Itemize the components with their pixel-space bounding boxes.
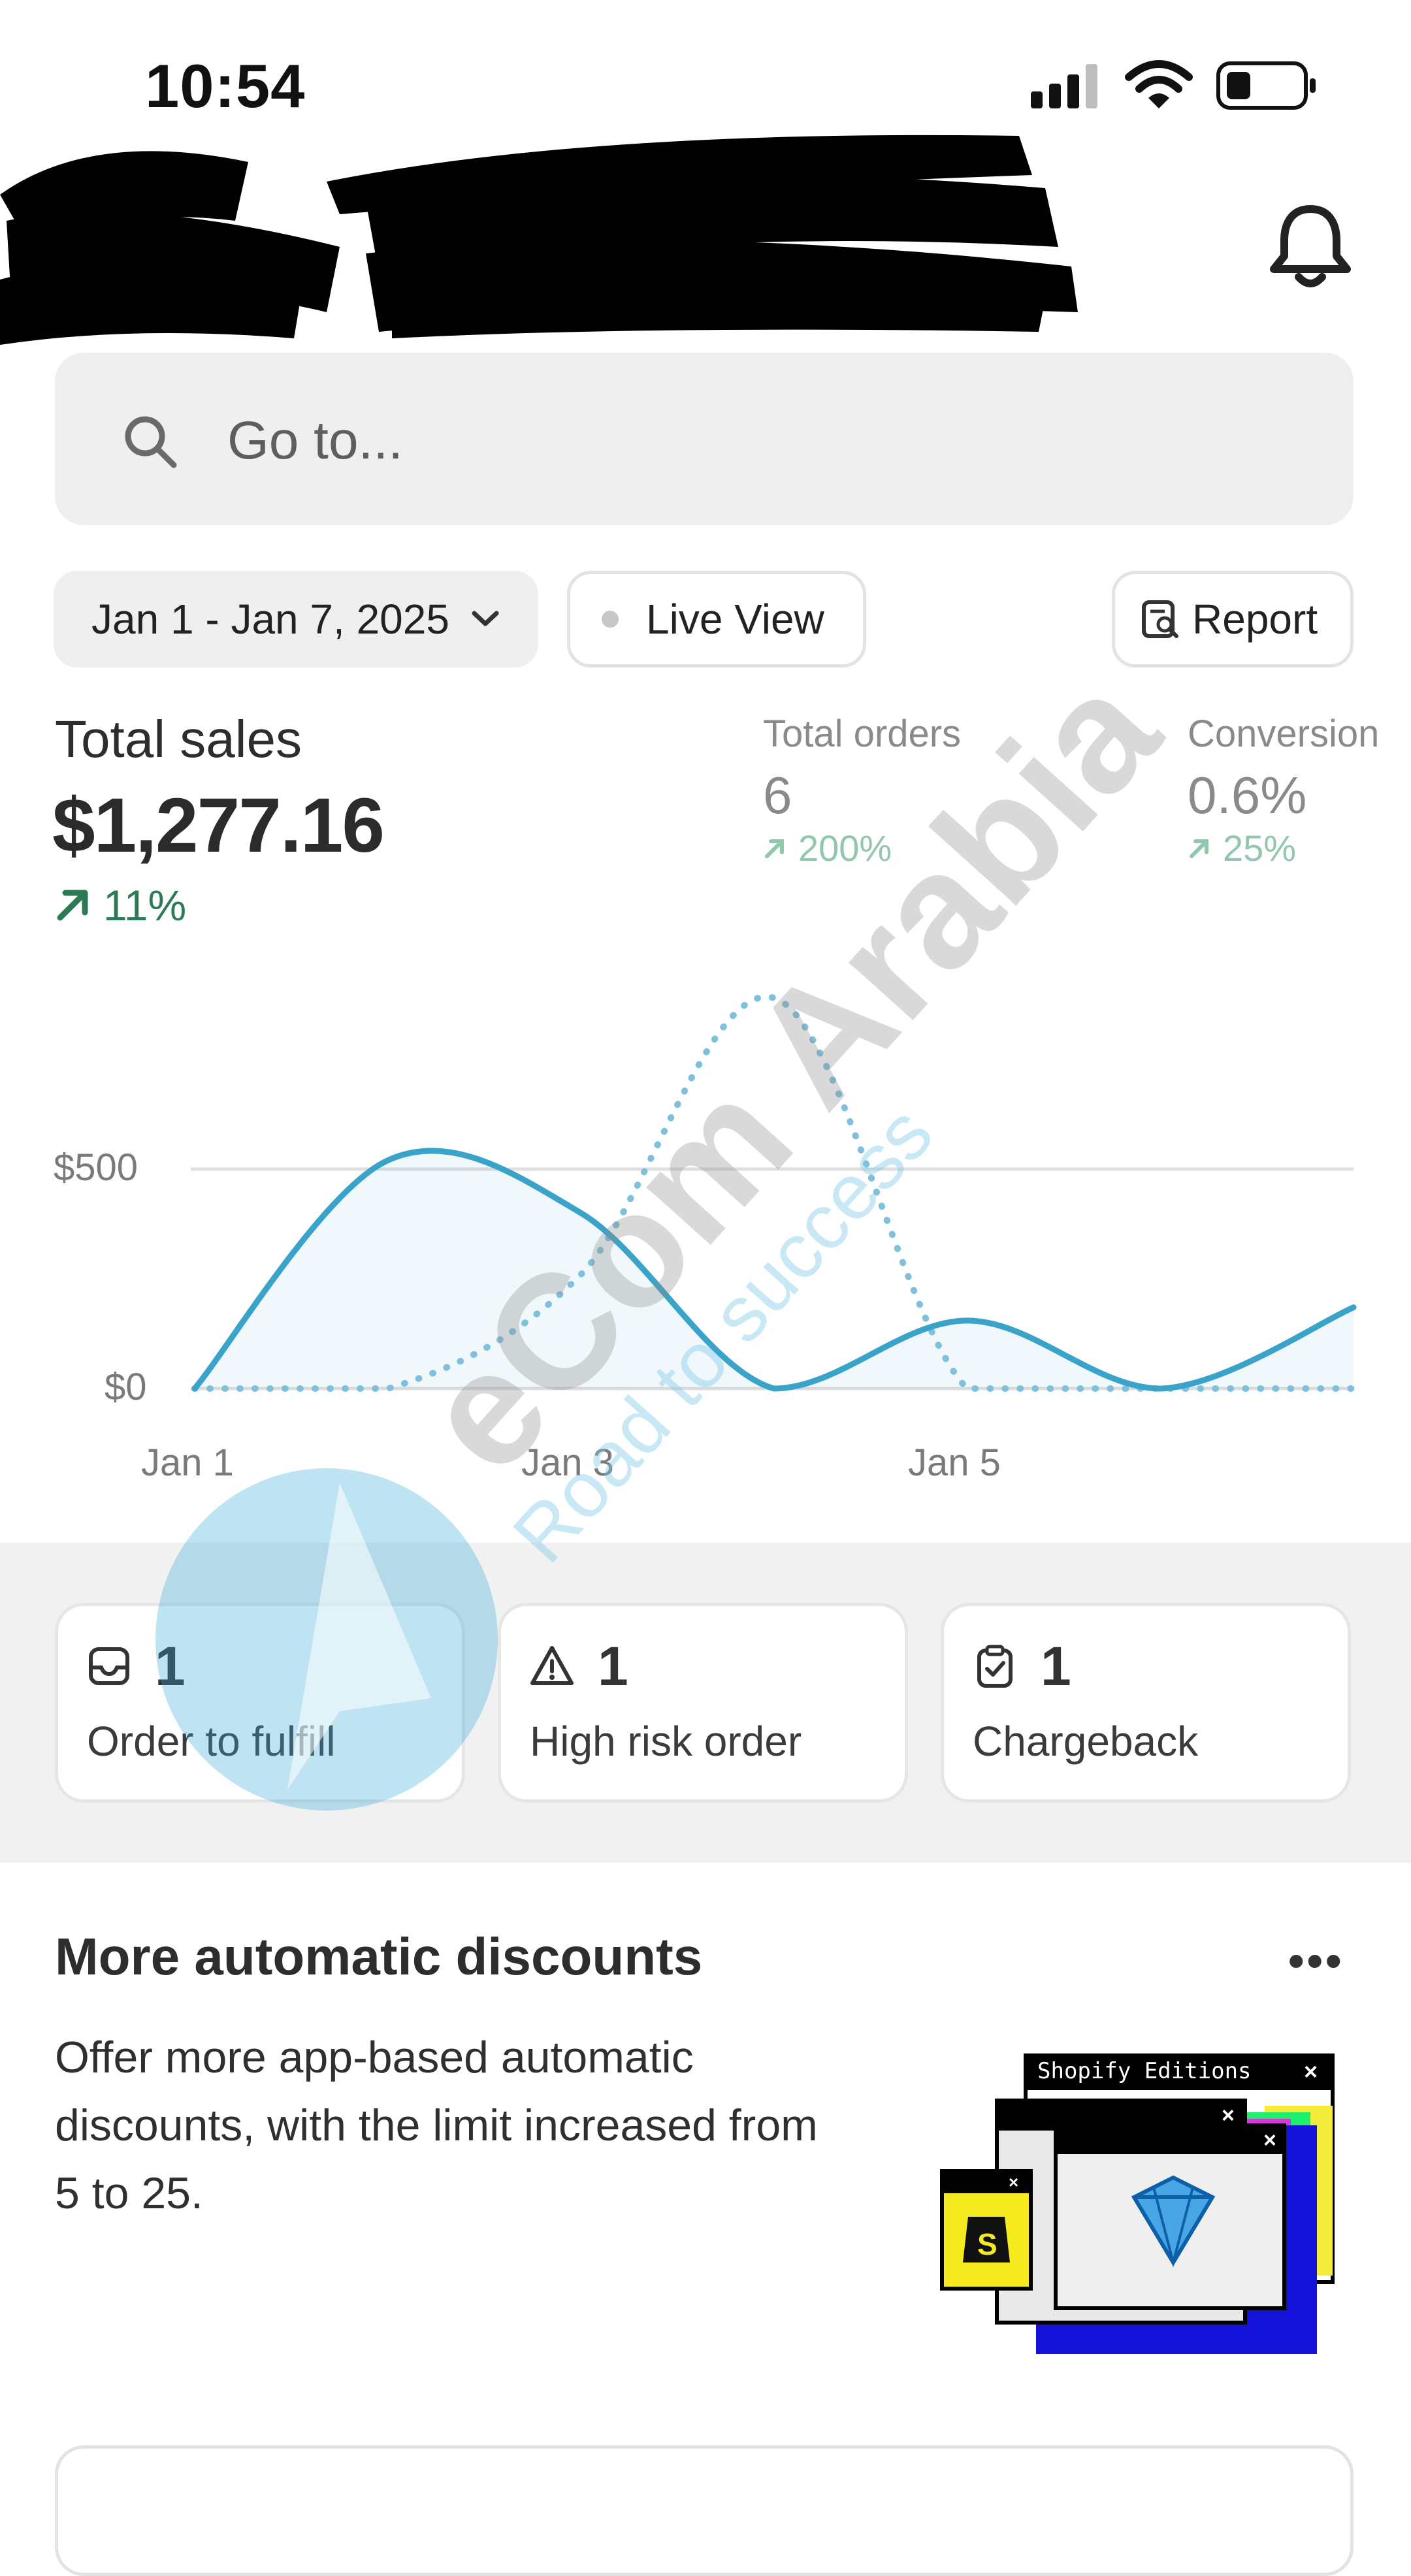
orders-to-fulfill-card[interactable]: 1 Order to fulfill: [55, 1603, 465, 1803]
sales-data-point[interactable]: [958, 1312, 977, 1330]
alert-label: High risk order: [530, 1718, 802, 1765]
total-sales-value: $1,277.16: [52, 782, 385, 869]
search-placeholder: Go to...: [227, 411, 403, 470]
sales-data-point[interactable]: [572, 1204, 590, 1222]
alert-count: 1: [598, 1635, 628, 1697]
date-range-selector[interactable]: Jan 1 - Jan 7, 2025: [54, 571, 538, 668]
report-label: Report: [1192, 596, 1318, 643]
y-tick-label: $0: [105, 1366, 147, 1408]
alert-count: 1: [1041, 1635, 1071, 1697]
live-status-dot-icon: [602, 611, 619, 628]
trend-up-arrow-icon: [1190, 839, 1208, 858]
comparison-data-point[interactable]: [572, 1265, 590, 1283]
conversion-value: 0.6%: [1188, 766, 1307, 824]
shopify-editions-illustration: Shopify Editions × × × × S: [940, 2053, 1335, 2354]
sales-data-point[interactable]: [379, 1151, 397, 1170]
x-tick-label: Jan 1: [141, 1441, 234, 1484]
comparison-data-point[interactable]: [186, 1379, 204, 1398]
battery-low-icon: [1216, 61, 1316, 110]
alert-label: Chargeback: [973, 1718, 1199, 1765]
total-sales-change-value: 11%: [103, 881, 187, 929]
next-card[interactable]: [55, 2445, 1354, 2576]
live-view-label: Live View: [646, 596, 824, 643]
chevron-down-icon: [472, 611, 499, 626]
total-sales-label[interactable]: Total sales: [55, 709, 302, 769]
comparison-data-point[interactable]: [1151, 1379, 1169, 1398]
conversion-change-value: 25%: [1223, 828, 1297, 869]
y-tick-label: $500: [54, 1146, 138, 1189]
redacted-store-name: [0, 135, 1078, 345]
cellular-signal-icon: [1031, 64, 1097, 108]
status-time: 10:54: [145, 52, 306, 120]
total-orders-label[interactable]: Total orders: [763, 712, 961, 756]
sales-area-fill: [195, 1150, 1354, 1389]
total-sales-change: 11%: [55, 880, 186, 930]
alert-label: Order to fulfill: [87, 1718, 336, 1765]
x-tick-label: Jan 3: [521, 1441, 614, 1484]
sales-line-chart[interactable]: [0, 941, 1411, 1502]
x-tick-label: Jan 5: [908, 1441, 1001, 1484]
total-orders-change: 200%: [763, 827, 892, 869]
promo-title: More automatic discounts: [55, 1927, 703, 1986]
chargeback-card[interactable]: 1 Chargeback: [941, 1603, 1351, 1803]
wifi-icon: [1125, 60, 1193, 108]
more-options-button[interactable]: •••: [1288, 1935, 1344, 1987]
sales-data-point[interactable]: [1344, 1298, 1363, 1317]
svg-text:×: ×: [1304, 2058, 1318, 2085]
conversion-label[interactable]: Conversion: [1188, 712, 1379, 756]
search-icon: [125, 416, 177, 468]
high-risk-order-card[interactable]: 1 High risk order: [498, 1603, 908, 1803]
comparison-data-point[interactable]: [765, 989, 783, 1007]
svg-text:×: ×: [1009, 2172, 1018, 2192]
trend-up-arrow-icon: [57, 890, 88, 921]
sales-data-point[interactable]: [765, 1379, 783, 1398]
comparison-data-point[interactable]: [1344, 1379, 1363, 1398]
total-orders-change-value: 200%: [798, 828, 892, 869]
inbox-icon: [89, 1647, 129, 1685]
svg-text:S: S: [977, 2227, 997, 2261]
comparison-data-point[interactable]: [379, 1379, 397, 1398]
art-window-title: Shopify Editions: [1037, 2058, 1252, 2084]
report-button[interactable]: Report: [1112, 571, 1354, 668]
total-orders-value: 6: [763, 766, 792, 824]
date-range-label: Jan 1 - Jan 7, 2025: [91, 596, 449, 643]
warning-triangle-icon: [530, 1646, 574, 1685]
live-view-button[interactable]: Live View: [567, 571, 866, 668]
conversion-change: 25%: [1188, 827, 1296, 869]
report-search-icon: [1142, 600, 1178, 638]
promo-body: Offer more app-based automatic discounts…: [55, 2033, 818, 2218]
bell-icon[interactable]: [1265, 200, 1356, 291]
trend-up-arrow-icon: [765, 839, 784, 858]
comparison-data-point[interactable]: [958, 1379, 977, 1398]
svg-text:×: ×: [1263, 2128, 1276, 2153]
alert-count: 1: [155, 1635, 186, 1697]
clipboard-check-icon: [977, 1645, 1013, 1688]
